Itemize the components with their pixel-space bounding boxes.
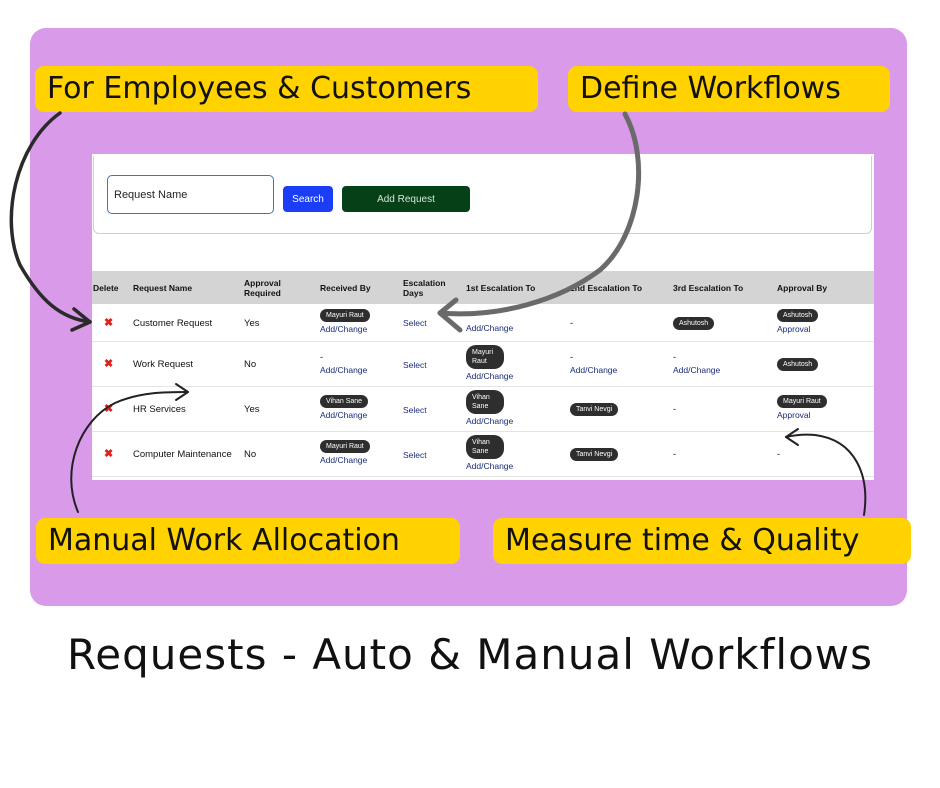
requests-table: Delete Request Name Approval Required Re… xyxy=(92,271,874,477)
add-change-link[interactable]: Add/Change xyxy=(320,410,368,420)
delete-icon[interactable]: ✖ xyxy=(104,316,113,329)
add-change-link[interactable]: Add/Change xyxy=(570,365,617,375)
esc3-value: - xyxy=(673,449,677,460)
approver-chip: Mayuri Raut xyxy=(777,395,827,408)
request-name-input[interactable] xyxy=(107,175,274,214)
esc1-chip: Vihan Sane xyxy=(466,435,504,459)
table-row: ✖ Customer Request Yes Mayuri Raut Add/C… xyxy=(92,304,874,342)
esc1-chip: Vihan Sane xyxy=(466,390,504,414)
esc3-chip: Ashutosh xyxy=(673,316,715,330)
approval-required-cell: No xyxy=(244,359,257,370)
search-button[interactable]: Search xyxy=(283,186,333,212)
approval-required-cell: Yes xyxy=(244,404,260,415)
esc3-value: - xyxy=(673,404,677,415)
received-by-value: - xyxy=(320,352,324,363)
esc2-chip: Tanvi Nevgi xyxy=(570,403,619,416)
esc2-value: - xyxy=(570,317,574,329)
escalation-days-select[interactable]: Select xyxy=(403,387,427,432)
header-request-name: Request Name xyxy=(133,282,193,293)
escalation-days-select[interactable]: Select xyxy=(403,304,427,342)
request-name-cell: Customer Request xyxy=(133,317,213,329)
requests-screen: Search Add Request Delete Request Name A… xyxy=(92,154,874,480)
approver-value: - xyxy=(777,449,781,460)
table-row: ✖ HR Services Yes Vihan Sane Add/Change … xyxy=(92,387,874,432)
header-escalation-days: Escalation Days xyxy=(403,277,446,298)
add-change-link[interactable]: Add/Change xyxy=(466,323,513,333)
header-delete: Delete xyxy=(93,282,119,293)
page-title: Requests - Auto & Manual Workflows xyxy=(66,630,874,679)
esc1-value: - xyxy=(466,310,470,321)
header-2nd-escalation: 2nd Escalation To xyxy=(570,282,643,293)
delete-icon[interactable]: ✖ xyxy=(104,402,113,415)
callout-manual-allocation: Manual Work Allocation xyxy=(36,518,460,564)
received-by-chip: Mayuri Raut xyxy=(320,309,370,322)
request-name-cell: HR Services xyxy=(133,404,186,415)
add-change-link[interactable]: Add/Change xyxy=(320,324,370,334)
header-approval-required: Approval Required xyxy=(244,277,281,298)
table-row: ✖ Work Request No - Add/Change Select Ma… xyxy=(92,342,874,387)
received-by-chip: Mayuri Raut xyxy=(320,440,370,453)
table-row: ✖ Computer Maintenance No Mayuri Raut Ad… xyxy=(92,432,874,477)
add-request-button[interactable]: Add Request xyxy=(342,186,470,212)
delete-icon[interactable]: ✖ xyxy=(104,447,113,460)
callout-measure-time-quality: Measure time & Quality xyxy=(493,518,911,564)
escalation-days-select[interactable]: Select xyxy=(403,432,427,477)
search-panel: Search Add Request xyxy=(93,156,872,234)
add-change-link[interactable]: Add/Change xyxy=(673,365,720,375)
approval-link[interactable]: Approval xyxy=(777,410,827,420)
header-3rd-escalation: 3rd Escalation To xyxy=(673,282,744,293)
approval-required-cell: Yes xyxy=(244,317,260,329)
esc3-value: - xyxy=(673,352,677,363)
received-by-chip: Vihan Sane xyxy=(320,395,369,408)
add-change-link[interactable]: Add/Change xyxy=(466,371,513,381)
add-change-link[interactable]: Add/Change xyxy=(320,455,370,465)
add-change-link[interactable]: Add/Change xyxy=(466,461,513,471)
delete-icon[interactable]: ✖ xyxy=(104,357,113,370)
approver-chip: Ashutosh xyxy=(777,309,819,322)
add-change-link[interactable]: Add/Change xyxy=(320,365,367,375)
table-header: Delete Request Name Approval Required Re… xyxy=(92,271,874,304)
header-received-by: Received By xyxy=(320,282,371,293)
header-1st-escalation: 1st Escalation To xyxy=(466,282,536,293)
approval-link[interactable]: Approval xyxy=(777,324,818,334)
approver-chip: Ashutosh xyxy=(777,358,819,371)
esc2-chip: Tanvi Nevgi xyxy=(570,448,619,461)
callout-employees-customers: For Employees & Customers xyxy=(35,66,538,112)
callout-define-workflows: Define Workflows xyxy=(568,66,890,112)
add-change-link[interactable]: Add/Change xyxy=(466,416,513,426)
esc2-value: - xyxy=(570,352,574,363)
esc1-chip: Mayuri Raut xyxy=(466,345,504,369)
request-name-cell: Work Request xyxy=(133,359,194,370)
escalation-days-select[interactable]: Select xyxy=(403,342,427,387)
approval-required-cell: No xyxy=(244,449,257,460)
request-name-cell: Computer Maintenance xyxy=(133,449,232,460)
header-approval-by: Approval By xyxy=(777,282,828,293)
